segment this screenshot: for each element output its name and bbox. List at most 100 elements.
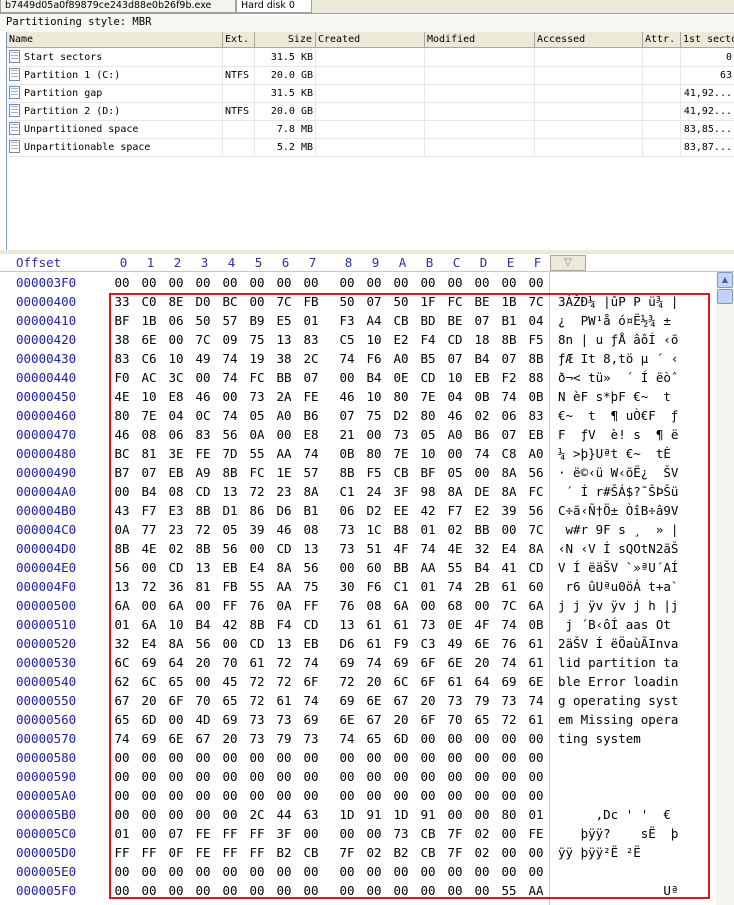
hex-byte[interactable]: 08 <box>137 425 161 444</box>
hex-byte[interactable]: 73 <box>245 729 269 748</box>
hex-byte[interactable]: 46 <box>110 425 134 444</box>
hex-byte[interactable]: 00 <box>497 729 521 748</box>
hex-byte[interactable]: CD <box>443 330 467 349</box>
hex-byte[interactable]: 00 <box>335 767 359 786</box>
hex-byte[interactable]: 56 <box>218 425 242 444</box>
hex-byte[interactable]: 10 <box>164 349 188 368</box>
hex-byte[interactable]: 98 <box>416 482 440 501</box>
hex-row[interactable]: 00000470 46 08 06 83 56 0A 00 E8 21 00 73 05 A0 B6 07 EB… <box>0 425 716 444</box>
hex-byte[interactable]: 00 <box>470 748 494 767</box>
hex-byte[interactable]: 1D <box>389 805 413 824</box>
hex-byte[interactable]: 61 <box>272 691 296 710</box>
hex-row[interactable]: 000004A0 00 B4 08 CD 13 72 23 8A C1 24 3F 98 8A DE 8A FC… <box>0 482 716 501</box>
ascii-text[interactable]: ƒÆ It 8,tö µ ´ ‹ <box>558 349 678 368</box>
ascii-text[interactable]: ´ Í r#ŠÁ$?˜ŠÞŠü <box>558 482 679 501</box>
hex-byte[interactable]: 6C <box>389 672 413 691</box>
hex-byte[interactable]: 75 <box>245 330 269 349</box>
hex-byte[interactable]: 06 <box>164 425 188 444</box>
ascii-text[interactable]: ,Dc ' ' € <box>558 805 671 824</box>
hex-byte[interactable]: 00 <box>416 767 440 786</box>
ascii-text[interactable]: 3ÀŽÐ¼ |ûP P ü¾ | <box>558 292 678 311</box>
hex-byte[interactable]: 7E <box>389 444 413 463</box>
hex-byte[interactable]: 2B <box>470 577 494 596</box>
hex-byte[interactable]: 01 <box>416 577 440 596</box>
hex-byte[interactable]: 61 <box>389 615 413 634</box>
hex-byte[interactable]: 74 <box>497 653 521 672</box>
hex-row[interactable]: 000004D0 8B 4E 02 8B 56 00 CD 13 73 51 4F 74 4E 32 E4 8A… <box>0 539 716 558</box>
hex-byte[interactable]: F0 <box>110 368 134 387</box>
hex-byte[interactable]: 0F <box>164 843 188 862</box>
hex-byte[interactable]: 6F <box>416 653 440 672</box>
partition-row[interactable]: Partition gap 31.5 KB 41,92... <box>7 85 734 103</box>
hex-byte[interactable]: CB <box>389 463 413 482</box>
hex-byte[interactable]: 8B <box>191 539 215 558</box>
ascii-text[interactable]: €~ t ¶ uÒ€F ƒ <box>558 406 678 425</box>
hex-byte[interactable]: 72 <box>335 672 359 691</box>
hex-byte[interactable]: 00 <box>218 634 242 653</box>
hex-byte[interactable]: 86 <box>245 501 269 520</box>
ascii-text[interactable]: Uª <box>558 881 678 900</box>
hex-byte[interactable]: 20 <box>137 691 161 710</box>
hex-byte[interactable]: 8A <box>299 482 323 501</box>
hex-byte[interactable]: 00 <box>218 767 242 786</box>
hex-byte[interactable]: 8B <box>335 463 359 482</box>
hex-byte[interactable]: D2 <box>362 501 386 520</box>
hex-byte[interactable]: 80 <box>362 444 386 463</box>
hex-byte[interactable]: 30 <box>335 577 359 596</box>
ascii-text[interactable]: 2äŠV Í ëÖaùÃInva <box>558 634 678 653</box>
hex-byte[interactable]: BC <box>110 444 134 463</box>
hex-byte[interactable]: 00 <box>497 748 521 767</box>
hex-row[interactable]: 000005A0 00 00 00 00 00 00 00 00 00 00 00 00 00 00 00 00 <box>0 786 716 805</box>
hex-byte[interactable]: 02 <box>470 406 494 425</box>
hex-byte[interactable]: 00 <box>524 862 548 881</box>
hex-byte[interactable]: 74 <box>335 349 359 368</box>
hex-byte[interactable]: 02 <box>470 843 494 862</box>
hex-byte[interactable]: C6 <box>137 349 161 368</box>
hex-byte[interactable]: 01 <box>110 824 134 843</box>
hex-byte[interactable]: F6 <box>362 349 386 368</box>
hex-byte[interactable]: 00 <box>389 881 413 900</box>
hex-byte[interactable]: 60 <box>362 558 386 577</box>
hex-byte[interactable]: 00 <box>245 292 269 311</box>
hex-byte[interactable]: 1C <box>362 520 386 539</box>
hex-byte[interactable]: 83 <box>299 330 323 349</box>
hex-byte[interactable]: 05 <box>218 520 242 539</box>
hex-byte[interactable]: 56 <box>299 558 323 577</box>
hex-byte[interactable]: 04 <box>443 387 467 406</box>
hex-byte[interactable]: FE <box>299 387 323 406</box>
hex-byte[interactable]: 00 <box>299 881 323 900</box>
hex-byte[interactable]: 00 <box>470 463 494 482</box>
hex-byte[interactable]: 00 <box>137 767 161 786</box>
hex-byte[interactable]: A0 <box>272 406 296 425</box>
hex-byte[interactable]: F7 <box>443 501 467 520</box>
hex-byte[interactable]: F6 <box>362 577 386 596</box>
hex-row[interactable]: 00000480 BC 81 3E FE 7D 55 AA 74 0B 80 7E 10 00 74 C8 A0… <box>0 444 716 463</box>
hex-byte[interactable]: 69 <box>335 691 359 710</box>
hex-byte[interactable]: 00 <box>389 767 413 786</box>
tab-hard-disk[interactable]: Hard disk 0 <box>236 0 312 13</box>
hex-byte[interactable]: 74 <box>110 729 134 748</box>
hex-byte[interactable]: F4 <box>272 615 296 634</box>
hex-byte[interactable]: B4 <box>362 368 386 387</box>
hex-byte[interactable]: 00 <box>272 767 296 786</box>
hex-byte[interactable]: 00 <box>362 786 386 805</box>
hex-byte[interactable]: 76 <box>497 634 521 653</box>
hex-byte[interactable]: 00 <box>416 273 440 292</box>
hex-byte[interactable]: 61 <box>524 634 548 653</box>
column-header-modified[interactable]: Modified <box>425 32 535 48</box>
hex-byte[interactable]: 57 <box>299 463 323 482</box>
hex-byte[interactable]: 64 <box>164 653 188 672</box>
hex-byte[interactable]: 00 <box>416 729 440 748</box>
partition-row[interactable]: Start sectors 31.5 KB 0 <box>7 49 734 67</box>
hex-byte[interactable]: CD <box>245 634 269 653</box>
hex-byte[interactable]: 00 <box>110 881 134 900</box>
hex-byte[interactable]: B8 <box>389 520 413 539</box>
hex-byte[interactable]: 7F <box>443 824 467 843</box>
hex-byte[interactable]: EB <box>299 634 323 653</box>
hex-row[interactable]: 000005C0 01 00 07 FE FF FF 3F 00 00 00 73 CB 7F 02 00 FE… <box>0 824 716 843</box>
hex-byte[interactable]: 00 <box>497 520 521 539</box>
hex-byte[interactable]: 00 <box>272 862 296 881</box>
hex-byte[interactable]: 00 <box>218 862 242 881</box>
hex-byte[interactable]: 00 <box>137 805 161 824</box>
hex-byte[interactable]: 20 <box>191 653 215 672</box>
